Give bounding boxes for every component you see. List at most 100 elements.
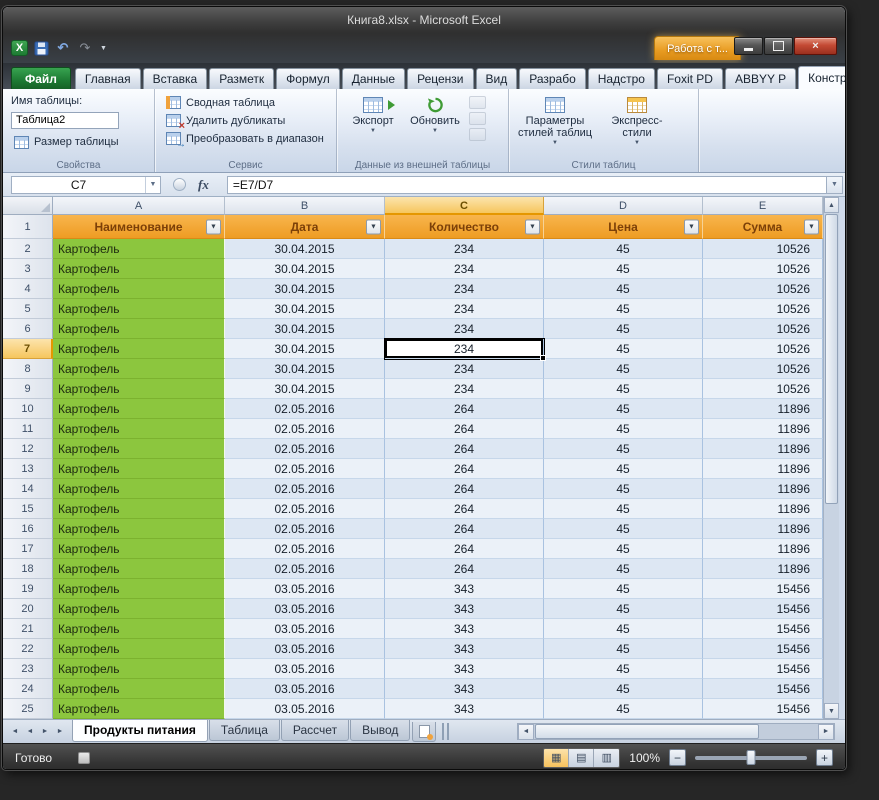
cell-E1[interactable]: Сумма▼ (703, 215, 823, 239)
save-icon[interactable] (32, 39, 50, 57)
vertical-scroll-track[interactable] (824, 505, 839, 703)
cell-E21[interactable]: 15456 (703, 619, 823, 639)
cell-E12[interactable]: 11896 (703, 439, 823, 459)
row-header-10[interactable]: 10 (3, 399, 53, 419)
cell-C10[interactable]: 264 (385, 399, 544, 419)
row-header-13[interactable]: 13 (3, 459, 53, 479)
cell-B10[interactable]: 02.05.2016 (225, 399, 385, 419)
cell-E25[interactable]: 15456 (703, 699, 823, 719)
close-button[interactable]: × (794, 37, 837, 55)
filter-button-E[interactable]: ▼ (804, 219, 819, 234)
cell-B14[interactable]: 02.05.2016 (225, 479, 385, 499)
row-header-3[interactable]: 3 (3, 259, 53, 279)
scroll-down-icon[interactable]: ▼ (824, 703, 839, 719)
select-all-corner[interactable] (3, 197, 53, 215)
cell-A6[interactable]: Картофель (53, 319, 225, 339)
cell-C12[interactable]: 264 (385, 439, 544, 459)
previous-sheet-icon[interactable]: ◄ (23, 724, 37, 740)
row-header-5[interactable]: 5 (3, 299, 53, 319)
cell-D6[interactable]: 45 (544, 319, 703, 339)
cell-C24[interactable]: 343 (385, 679, 544, 699)
cell-D18[interactable]: 45 (544, 559, 703, 579)
cell-C5[interactable]: 234 (385, 299, 544, 319)
cell-E7[interactable]: 10526 (703, 339, 823, 359)
filter-button-B[interactable]: ▼ (366, 219, 381, 234)
cell-D21[interactable]: 45 (544, 619, 703, 639)
cell-E13[interactable]: 11896 (703, 459, 823, 479)
row-header-1[interactable]: 1 (3, 215, 53, 239)
sheet-tab-2[interactable]: Таблица (209, 720, 280, 741)
cell-C17[interactable]: 264 (385, 539, 544, 559)
redo-icon[interactable]: ↷ (76, 39, 94, 57)
cell-B23[interactable]: 03.05.2016 (225, 659, 385, 679)
ribbon-tab-6[interactable]: Рецензи (407, 68, 473, 89)
filter-button-C[interactable]: ▼ (525, 219, 540, 234)
minimize-button[interactable] (734, 37, 763, 55)
fill-handle[interactable] (540, 355, 546, 361)
cell-C18[interactable]: 264 (385, 559, 544, 579)
cell-D1[interactable]: Цена▼ (544, 215, 703, 239)
zoom-out-icon[interactable]: − (669, 749, 686, 766)
cell-E3[interactable]: 10526 (703, 259, 823, 279)
cell-E9[interactable]: 10526 (703, 379, 823, 399)
cell-D3[interactable]: 45 (544, 259, 703, 279)
cell-E20[interactable]: 15456 (703, 599, 823, 619)
refresh-button[interactable]: Обновить ▼ (407, 94, 463, 141)
column-header-B[interactable]: B (225, 197, 385, 215)
quick-styles-button[interactable]: Экспресс-стили ▼ (599, 94, 675, 146)
cell-B22[interactable]: 03.05.2016 (225, 639, 385, 659)
cell-D17[interactable]: 45 (544, 539, 703, 559)
row-header-16[interactable]: 16 (3, 519, 53, 539)
sheet-tab-4[interactable]: Вывод (350, 720, 410, 741)
table-name-input[interactable] (11, 112, 119, 129)
cell-D14[interactable]: 45 (544, 479, 703, 499)
cell-A14[interactable]: Картофель (53, 479, 225, 499)
insert-worksheet-tab[interactable] (412, 722, 436, 742)
cell-A23[interactable]: Картофель (53, 659, 225, 679)
cell-C8[interactable]: 234 (385, 359, 544, 379)
cell-D24[interactable]: 45 (544, 679, 703, 699)
cell-A11[interactable]: Картофель (53, 419, 225, 439)
external-tool-icon-3[interactable] (469, 128, 486, 141)
external-tool-icon-1[interactable] (469, 96, 486, 109)
tab-split-handle[interactable] (442, 723, 449, 740)
cell-A4[interactable]: Картофель (53, 279, 225, 299)
table-style-options-button[interactable]: Параметры стилей таблиц ▼ (517, 94, 593, 146)
cell-E24[interactable]: 15456 (703, 679, 823, 699)
cell-B24[interactable]: 03.05.2016 (225, 679, 385, 699)
cell-B5[interactable]: 30.04.2015 (225, 299, 385, 319)
row-header-12[interactable]: 12 (3, 439, 53, 459)
zoom-level[interactable]: 100% (629, 751, 660, 765)
cell-B15[interactable]: 02.05.2016 (225, 499, 385, 519)
cell-B2[interactable]: 30.04.2015 (225, 239, 385, 259)
cell-C11[interactable]: 264 (385, 419, 544, 439)
ribbon-tab-8[interactable]: Разрабо (519, 68, 586, 89)
formula-input[interactable]: =E7/D7 (227, 176, 826, 194)
ribbon-tab-3[interactable]: Разметк (209, 68, 274, 89)
cell-C15[interactable]: 264 (385, 499, 544, 519)
page-layout-view-icon[interactable]: ▤ (569, 749, 594, 767)
cell-C22[interactable]: 343 (385, 639, 544, 659)
row-header-4[interactable]: 4 (3, 279, 53, 299)
cell-E4[interactable]: 10526 (703, 279, 823, 299)
cell-C13[interactable]: 264 (385, 459, 544, 479)
formula-splitter-handle[interactable] (173, 178, 186, 191)
qat-customize-icon[interactable]: ▼ (98, 45, 107, 52)
row-header-7[interactable]: 7 (3, 339, 53, 359)
cell-D22[interactable]: 45 (544, 639, 703, 659)
cell-D19[interactable]: 45 (544, 579, 703, 599)
row-header-6[interactable]: 6 (3, 319, 53, 339)
cell-A13[interactable]: Картофель (53, 459, 225, 479)
filter-button-D[interactable]: ▼ (684, 219, 699, 234)
cell-C20[interactable]: 343 (385, 599, 544, 619)
cell-A24[interactable]: Картофель (53, 679, 225, 699)
cell-A12[interactable]: Картофель (53, 439, 225, 459)
next-sheet-icon[interactable]: ► (38, 724, 52, 740)
last-sheet-icon[interactable]: ► (53, 724, 67, 740)
zoom-in-icon[interactable]: + (816, 749, 833, 766)
cell-D8[interactable]: 45 (544, 359, 703, 379)
cell-E8[interactable]: 10526 (703, 359, 823, 379)
cell-D2[interactable]: 45 (544, 239, 703, 259)
cell-E16[interactable]: 11896 (703, 519, 823, 539)
row-header-22[interactable]: 22 (3, 639, 53, 659)
